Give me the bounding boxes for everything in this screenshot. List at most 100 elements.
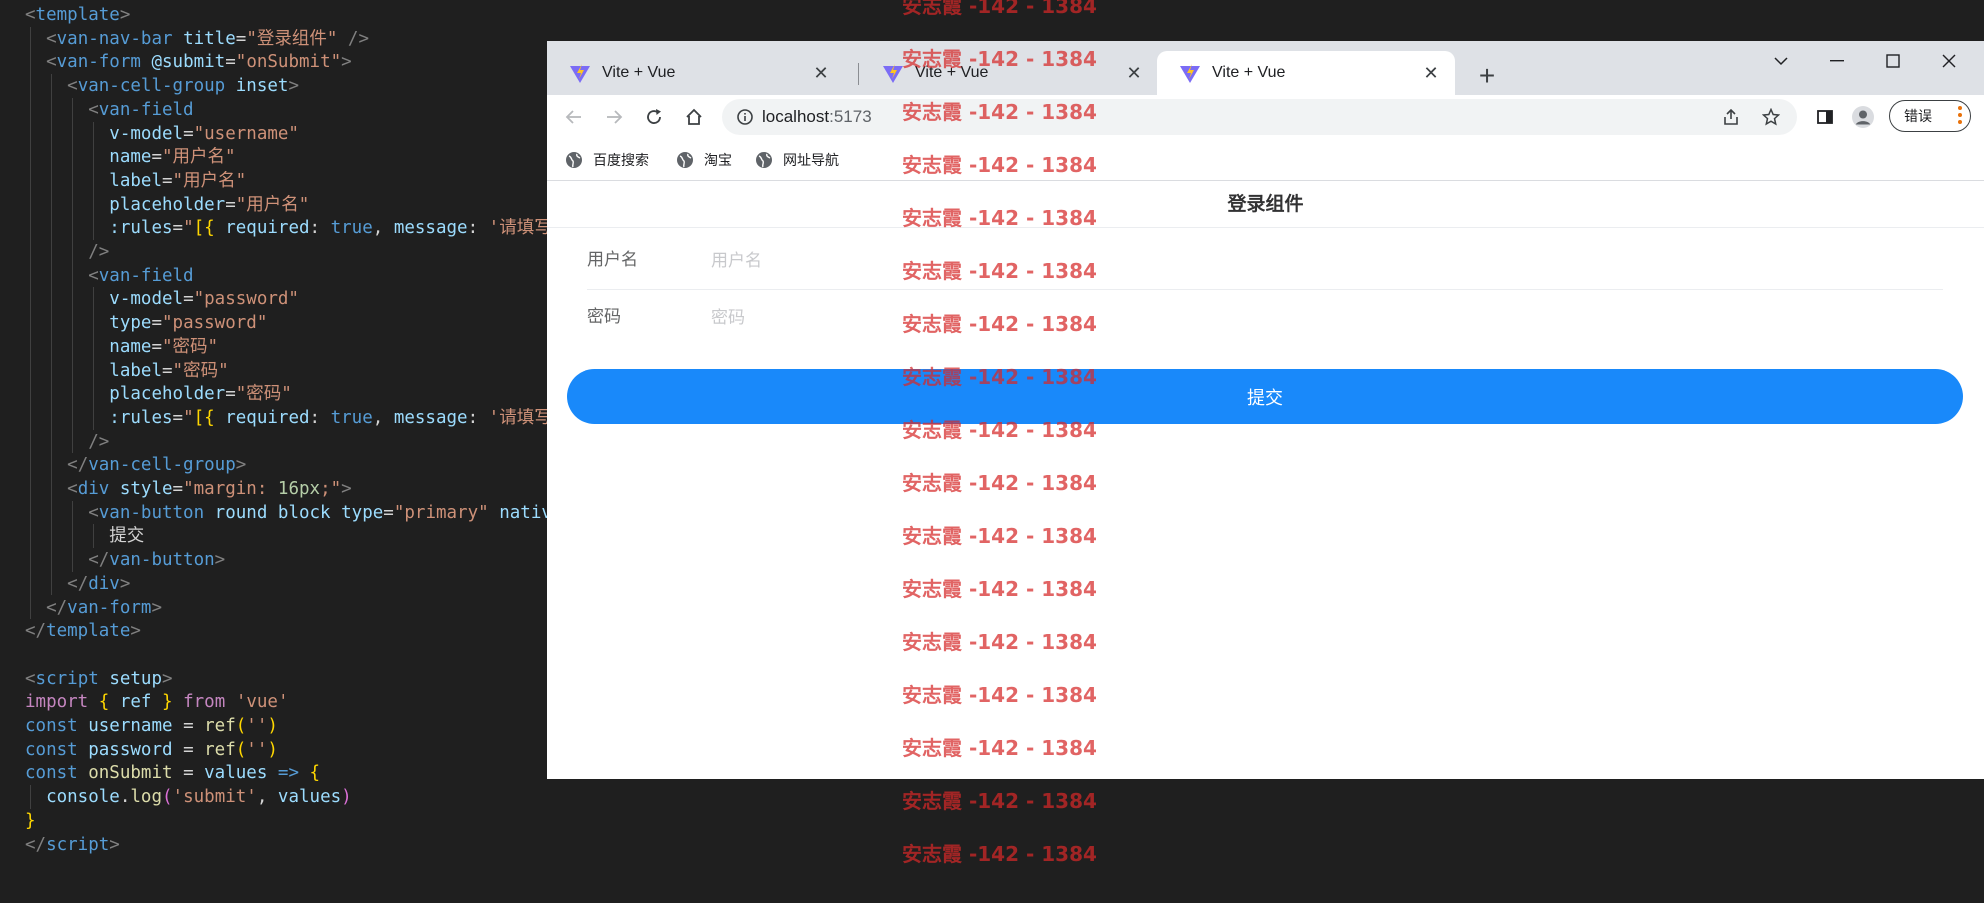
username-label: 用户名 [587, 250, 638, 270]
code-line[interactable]: <van-field [25, 98, 193, 122]
code-line[interactable]: label="用户名" [25, 169, 246, 193]
code-line[interactable]: <div style="margin: 16px;"> [25, 477, 352, 501]
home-icon[interactable] [680, 103, 708, 131]
kebab-menu-icon [1958, 106, 1962, 124]
password-cell: 密码 [587, 290, 1943, 344]
code-line[interactable]: :rules="[{ required: true, message: '请填写… [25, 216, 586, 240]
password-label: 密码 [587, 307, 621, 327]
watermark-text: 安志霞 -142 - 1384 [902, 630, 1097, 654]
submit-button[interactable]: 提交 [567, 369, 1963, 424]
bookmark-item[interactable]: 百度搜索 [565, 148, 649, 172]
watermark-text: 安志霞 -142 - 1384 [902, 259, 1097, 283]
bookmark-item[interactable]: 网址导航 [755, 148, 839, 172]
browser-toolbar: localhost:5173 错误 [547, 95, 1984, 140]
tab-close-icon[interactable]: ✕ [1421, 63, 1441, 83]
bookmark-item[interactable]: 淘宝 [676, 148, 732, 172]
code-line[interactable]: </script> [25, 833, 120, 857]
tab-close-icon[interactable]: ✕ [1124, 63, 1144, 83]
tab-title: Vite + Vue [1212, 64, 1286, 81]
code-line[interactable]: v-model="username" [25, 122, 299, 146]
code-line[interactable]: </van-cell-group> [25, 453, 246, 477]
back-icon[interactable] [560, 103, 588, 131]
page-title: 登录组件 [1227, 193, 1304, 215]
bookmark-star-icon[interactable] [1757, 103, 1785, 131]
profile-avatar-icon[interactable] [1849, 103, 1877, 131]
error-label: 错误 [1904, 108, 1932, 124]
browser-tab[interactable]: Vite + Vue ✕ [547, 51, 845, 95]
code-line[interactable]: v-model="password" [25, 287, 299, 311]
maximize-icon[interactable] [1865, 41, 1921, 81]
code-line[interactable]: :rules="[{ required: true, message: '请填写… [25, 406, 586, 430]
error-menu-button[interactable]: 错误 [1889, 100, 1971, 132]
window-close-icon[interactable] [1921, 41, 1977, 81]
code-line[interactable]: </template> [25, 619, 141, 643]
site-info-icon[interactable] [736, 108, 754, 126]
tab-strip: Vite + Vue ✕ Vite + Vue ✕ Vite + Vue ✕ + [547, 41, 1984, 95]
code-line[interactable]: <script setup> [25, 667, 173, 691]
vite-favicon-icon [1180, 64, 1200, 83]
code-line[interactable]: const username = ref('') [25, 714, 278, 738]
tab-title: Vite + Vue [602, 64, 676, 81]
username-cell: 用户名 [587, 233, 1943, 287]
code-line[interactable]: </van-form> [25, 596, 162, 620]
watermark-text: 安志霞 -142 - 1384 [902, 47, 1097, 71]
bookmark-label: 百度搜索 [593, 152, 649, 168]
code-line[interactable]: name="用户名" [25, 145, 235, 169]
watermark-text: 安志霞 -142 - 1384 [902, 100, 1097, 124]
code-line[interactable]: const onSubmit = values => { [25, 761, 320, 785]
code-line[interactable]: <van-cell-group inset> [25, 74, 299, 98]
code-line[interactable]: type="password" [25, 311, 267, 335]
url-host: localhost [762, 107, 830, 126]
url-port: :5173 [829, 107, 872, 126]
address-bar[interactable]: localhost:5173 [722, 99, 1797, 135]
code-line[interactable]: placeholder="密码" [25, 382, 292, 406]
code-line[interactable]: <template> [25, 3, 130, 27]
code-line[interactable]: const password = ref('') [25, 738, 278, 762]
reload-icon[interactable] [640, 103, 668, 131]
watermark-text: 安志霞 -142 - 1384 [902, 736, 1097, 760]
code-line[interactable]: placeholder="用户名" [25, 193, 309, 217]
code-line[interactable]: name="密码" [25, 335, 218, 359]
watermark-text: 安志霞 -142 - 1384 [902, 471, 1097, 495]
code-line[interactable]: 提交 [25, 524, 144, 548]
password-input[interactable] [709, 305, 1813, 331]
watermark-text: 安志霞 -142 - 1384 [902, 312, 1097, 336]
watermark-text: 安志霞 -142 - 1384 [902, 789, 1097, 813]
code-line[interactable]: </div> [25, 572, 130, 596]
tab-separator [858, 63, 859, 85]
minimize-icon[interactable] [1809, 41, 1865, 81]
globe-icon [756, 152, 772, 168]
code-line[interactable]: console.log('submit', values) [25, 785, 352, 809]
code-line[interactable]: <van-button round block type="primary" n… [25, 501, 594, 525]
watermark-text: 安志霞 -142 - 1384 [902, 683, 1097, 707]
watermark-text: 安志霞 -142 - 1384 [902, 365, 1097, 389]
tab-close-icon[interactable]: ✕ [811, 63, 831, 83]
code-line[interactable]: /> [25, 430, 109, 454]
username-input[interactable] [709, 248, 1813, 274]
forward-icon[interactable] [600, 103, 628, 131]
browser-tab-active[interactable]: Vite + Vue ✕ [1157, 51, 1455, 95]
code-line[interactable]: <van-form @submit="onSubmit"> [25, 50, 352, 74]
bookmark-label: 淘宝 [704, 152, 732, 168]
code-line[interactable]: <van-nav-bar title="登录组件" /> [25, 27, 369, 51]
code-line[interactable]: /> [25, 240, 109, 264]
code-line[interactable]: import { ref } from 'vue' [25, 690, 289, 714]
watermark-text: 安志霞 -142 - 1384 [902, 206, 1097, 230]
code-line[interactable]: </van-button> [25, 548, 225, 572]
watermark-text: 安志霞 -142 - 1384 [902, 0, 1097, 18]
bookmarks-bar: 百度搜索 淘宝 网址导航 [547, 140, 1984, 181]
code-line[interactable]: <van-field [25, 264, 193, 288]
new-tab-button[interactable]: + [1472, 61, 1502, 91]
watermark-text: 安志霞 -142 - 1384 [902, 153, 1097, 177]
vite-favicon-icon [883, 64, 903, 83]
code-line[interactable]: label="密码" [25, 359, 228, 383]
watermark-text: 安志霞 -142 - 1384 [902, 842, 1097, 866]
watermark-text: 安志霞 -142 - 1384 [902, 577, 1097, 601]
code-line[interactable]: } [25, 809, 36, 833]
url-text: localhost:5173 [762, 107, 872, 127]
share-icon[interactable] [1717, 103, 1745, 131]
side-panel-icon[interactable] [1811, 103, 1839, 131]
tab-search-icon[interactable] [1753, 41, 1809, 81]
globe-icon [566, 152, 582, 168]
bookmark-label: 网址导航 [783, 152, 839, 168]
